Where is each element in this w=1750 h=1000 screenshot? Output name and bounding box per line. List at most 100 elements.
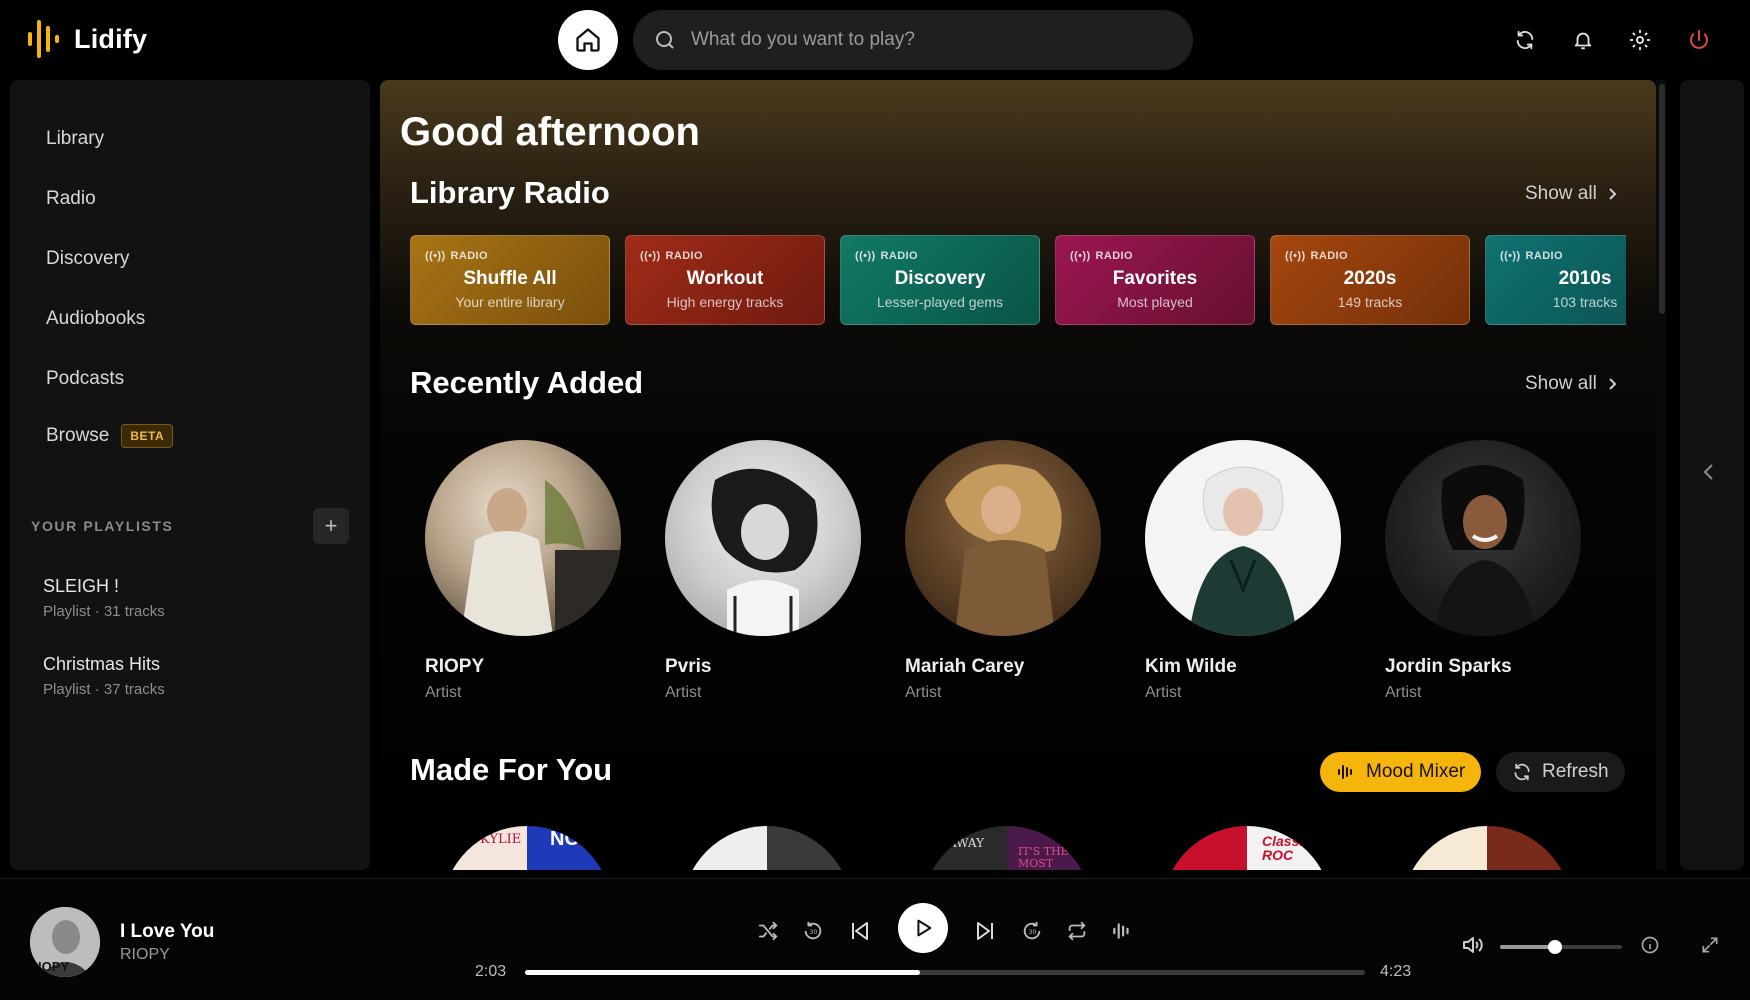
made-for-you-title: Made For You — [410, 752, 613, 787]
search-bar[interactable] — [633, 10, 1193, 70]
sidebar-item-label: Podcasts — [46, 368, 125, 389]
library-radio-show-all[interactable]: Show all — [1525, 183, 1619, 205]
svg-text:30: 30 — [1028, 928, 1036, 936]
playlist-item[interactable]: SLEIGH ! Playlist · 31 tracks — [43, 576, 165, 620]
now-playing-title[interactable]: I Love You — [120, 921, 214, 943]
playlist-title: Christmas Hits — [43, 654, 161, 674]
artist-card[interactable]: Mariah Carey Artist — [905, 440, 1105, 702]
audio-analysis-button[interactable] — [1106, 915, 1138, 947]
bell-icon — [1574, 32, 1592, 50]
radio-card-workout[interactable]: ((•)) RADIO Workout High energy tracks — [625, 235, 825, 325]
radio-card-discovery[interactable]: ((•)) RADIO Discovery Lesser-played gems — [840, 235, 1040, 325]
radio-card-2020s[interactable]: ((•)) RADIO 2020s 149 tracks — [1270, 235, 1470, 325]
radio-card-favorites[interactable]: ((•)) RADIO Favorites Most played — [1055, 235, 1255, 325]
artist-card[interactable]: Pvris Artist — [665, 440, 865, 702]
shuffle-button[interactable] — [752, 915, 784, 947]
info-button[interactable] — [1634, 929, 1666, 961]
play-icon — [917, 919, 932, 937]
skip-back-icon — [852, 922, 868, 940]
sidebar-item-label: Library — [46, 128, 105, 149]
logout-button[interactable] — [1681, 22, 1717, 58]
cover-text: KYLIE — [480, 832, 522, 847]
now-playing-artist[interactable]: RIOPY — [120, 946, 170, 964]
chevron-right-icon — [1609, 378, 1617, 390]
now-playing-art[interactable]: IOPY — [30, 907, 100, 977]
expand-panel-button[interactable] — [1702, 462, 1716, 487]
sidebar-item-library[interactable]: Library — [46, 128, 104, 150]
artist-role: Artist — [1385, 684, 1422, 701]
sidebar-item-browse[interactable]: Browse BETA — [46, 424, 174, 448]
beta-badge: BETA — [121, 424, 174, 448]
page-title: Good afternoon — [400, 110, 700, 154]
shuffle-icon — [758, 921, 778, 941]
app-logo[interactable]: Lidify — [26, 18, 147, 60]
forward-30-button[interactable]: 30 — [1016, 915, 1048, 947]
repeat-icon — [1068, 921, 1086, 941]
radio-waves-icon: ((•)) — [425, 250, 446, 262]
artist-image — [905, 440, 1101, 636]
playlist-item[interactable]: Christmas Hits Playlist · 37 tracks — [43, 654, 165, 698]
forward-30-icon: 30 — [1023, 921, 1041, 940]
search-icon — [656, 31, 674, 49]
previous-button[interactable] — [844, 915, 876, 947]
elapsed-time: 2:03 — [475, 963, 507, 980]
sync-button[interactable] — [1507, 22, 1543, 58]
artist-name: Kim Wilde — [1145, 656, 1237, 677]
play-button[interactable] — [898, 903, 948, 953]
artist-card[interactable]: Kim Wilde Artist — [1145, 440, 1345, 702]
volume-fill — [1500, 945, 1555, 949]
sidebar-item-discovery[interactable]: Discovery — [46, 248, 129, 270]
radio-card-subtitle: Lesser-played gems — [876, 294, 1004, 310]
mix-cover[interactable]: AWAY IT'S THE MOST — [922, 826, 1092, 870]
radio-tag: ((•)) RADIO — [855, 250, 918, 262]
mix-cover[interactable]: KYLIE NO — [442, 826, 612, 870]
main-scrollbar-thumb[interactable] — [1659, 84, 1665, 314]
rewind-30-button[interactable]: 30 — [797, 915, 829, 947]
volume-button[interactable] — [1456, 929, 1488, 961]
notifications-button[interactable] — [1565, 22, 1601, 58]
playlist-meta: Playlist · 37 tracks — [43, 681, 165, 698]
artist-photo — [1189, 466, 1297, 636]
sidebar-item-label: Browse — [46, 425, 110, 446]
sidebar-item-podcasts[interactable]: Podcasts — [46, 368, 124, 390]
add-playlist-button[interactable]: + — [313, 508, 349, 544]
player-bar: IOPY I Love You RIOPY 30 30 2:03 4:23 — [0, 878, 1750, 1000]
recently-added-show-all[interactable]: Show all — [1525, 373, 1619, 395]
radio-waves-icon: ((•)) — [1070, 250, 1091, 262]
volume-slider[interactable] — [1500, 940, 1622, 954]
search-input[interactable] — [691, 29, 1151, 51]
mood-mixer-button[interactable]: Mood Mixer — [1320, 752, 1482, 792]
sidebar-item-audiobooks[interactable]: Audiobooks — [46, 308, 145, 330]
sidebar-item-radio[interactable]: Radio — [46, 188, 96, 210]
radio-card-title: Discovery — [894, 268, 986, 289]
artist-card[interactable]: RIOPY Artist — [425, 440, 625, 702]
radio-card-shuffle-all[interactable]: ((•)) RADIO Shuffle All Your entire libra… — [410, 235, 610, 325]
refresh-label: Refresh — [1542, 761, 1609, 782]
settings-button[interactable] — [1622, 22, 1658, 58]
artist-card[interactable]: Jordin Sparks Artist — [1385, 440, 1585, 702]
radio-card-subtitle: High energy tracks — [666, 294, 784, 310]
radio-card-subtitle: Your entire library — [455, 294, 565, 310]
expand-icon — [1702, 937, 1718, 953]
repeat-button[interactable] — [1061, 915, 1093, 947]
artist-name: RIOPY — [425, 656, 485, 677]
mix-cover[interactable]: Classic ROC — [1162, 826, 1332, 870]
volume-knob[interactable] — [1547, 940, 1562, 954]
show-all-label: Show all — [1525, 183, 1597, 204]
fullscreen-button[interactable] — [1694, 929, 1726, 961]
radio-card-2010s[interactable]: ((•)) RADIO 2010s 103 tracks — [1485, 235, 1626, 325]
info-icon — [1641, 936, 1659, 954]
app-name: Lidify — [74, 23, 148, 54]
refresh-button[interactable]: Refresh — [1496, 752, 1625, 792]
playlist-meta: Playlist · 31 tracks — [43, 603, 165, 620]
mix-cover[interactable] — [1402, 826, 1572, 870]
radio-waves-icon: ((•)) — [855, 250, 876, 262]
home-button[interactable] — [558, 10, 618, 70]
progress-bar[interactable] — [525, 970, 1365, 975]
artist-image — [425, 440, 621, 636]
radio-waves-icon: ((•)) — [640, 250, 661, 262]
radio-card-title: 2020s — [1343, 268, 1397, 289]
next-button[interactable] — [969, 915, 1001, 947]
playlists-header: YOUR PLAYLISTS — [31, 518, 174, 534]
mix-cover[interactable] — [682, 826, 852, 870]
